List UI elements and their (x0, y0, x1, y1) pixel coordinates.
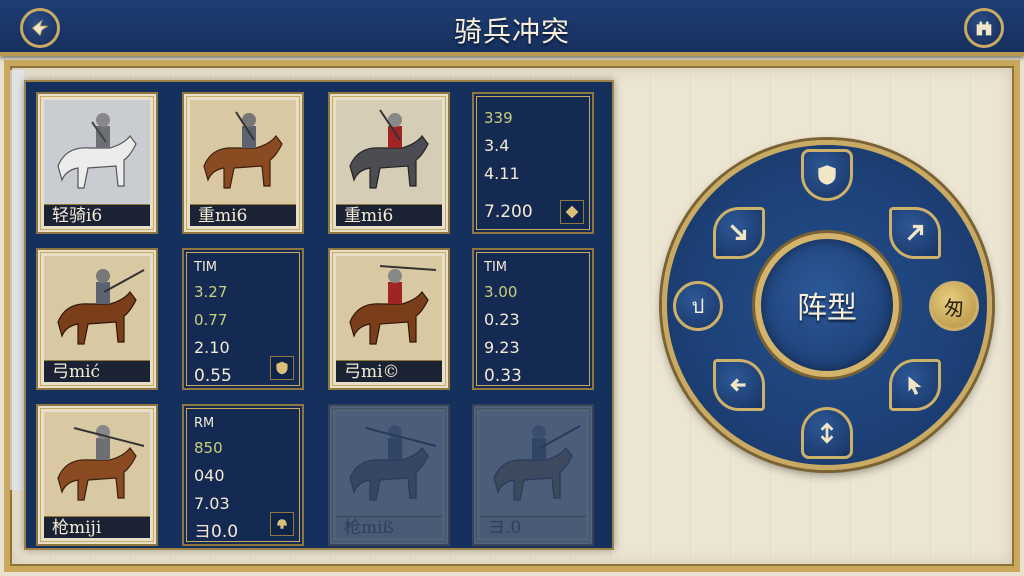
arrow-down-right-icon (730, 224, 747, 241)
heavy-cavalry-red-portrait-icon (336, 100, 442, 206)
map-edge-decoration (10, 70, 24, 490)
arrow-up-right-icon (907, 224, 924, 241)
formation-wheel: 阵型 ป 匆 (662, 140, 992, 470)
unit-grid-panel: 轻骑i6 重mi6 重mi6 339 3.4 4.11 7.200 弓mić T… (24, 80, 614, 550)
unit-name: ヨ.0 (480, 516, 586, 538)
light-horse-portrait-icon (44, 100, 150, 206)
wheel-bottom-button[interactable] (801, 407, 853, 459)
stat-value: 9.23 (484, 338, 520, 357)
stat-card-1: 339 3.4 4.11 7.200 (472, 92, 594, 234)
stat-value: 0.23 (484, 310, 520, 329)
stat-value: 0.33 (484, 366, 522, 386)
arrow-left-icon (730, 378, 746, 392)
stat-value: 3.00 (484, 283, 518, 301)
stat-value: 4.11 (484, 164, 520, 183)
horse-archer-portrait-icon (44, 256, 150, 362)
unit-card-locked[interactable]: ヨ.0 (472, 404, 594, 546)
stat-value: 339 (484, 109, 513, 127)
stat-value: 3.4 (484, 136, 510, 155)
unit-card-archer-b[interactable]: 弓mi© (328, 248, 450, 390)
formation-button[interactable]: 阵型 (755, 233, 899, 377)
unit-card-lancer[interactable]: 枪miji (36, 404, 158, 546)
unit-card-heavy-b[interactable]: 重mi6 (328, 92, 450, 234)
stat-value: 850 (194, 439, 223, 457)
wheel-bottom-right-button[interactable] (889, 359, 941, 411)
unit-name: 枪miji (44, 516, 150, 538)
horse-archer-red-portrait-icon (336, 256, 442, 362)
stat-label: RM (194, 416, 215, 431)
stat-value: 0.77 (194, 311, 228, 329)
diamond-icon[interactable] (560, 200, 584, 224)
unit-name: 重mi6 (336, 204, 442, 226)
unit-card-lancer-locked[interactable]: 枪miß (328, 404, 450, 546)
wheel-top-button[interactable] (801, 149, 853, 201)
stat-value: 3.27 (194, 283, 228, 301)
up-down-arrows-icon (820, 422, 834, 444)
unit-card-heavy-a[interactable]: 重mi6 (182, 92, 304, 234)
stat-card-3: TIM 3.00 0.23 9.23 0.33 (472, 248, 594, 390)
unit-name: 枪miß (336, 516, 442, 538)
helmet-icon[interactable] (270, 512, 294, 536)
wheel-top-left-button[interactable] (713, 207, 765, 259)
cavalry-locked-portrait-icon (480, 412, 586, 518)
wheel-left-glyph: ป (691, 294, 705, 318)
wheel-left-button[interactable]: ป (673, 281, 723, 331)
lancer-portrait-icon (44, 412, 150, 518)
stat-card-2: TIM 3.27 0.77 2.10 0.55 (182, 248, 304, 390)
cursor-arrow-icon (908, 376, 922, 395)
unit-name: 重mi6 (190, 204, 296, 226)
top-bar: 骑兵冲突 (0, 0, 1024, 56)
page-title: 骑兵冲突 (453, 15, 570, 48)
wheel-top-right-button[interactable] (889, 207, 941, 259)
stat-value: 040 (194, 466, 225, 485)
shield-icon[interactable] (270, 356, 294, 380)
unit-name: 弓mi© (336, 360, 442, 382)
heavy-cavalry-portrait-icon (190, 100, 296, 206)
lancer-locked-portrait-icon (336, 412, 442, 518)
shield-icon (818, 165, 836, 185)
wheel-right-glyph: 匆 (944, 295, 964, 320)
settings-button[interactable] (964, 8, 1004, 48)
unit-card-light-horse[interactable]: 轻骑i6 (36, 92, 158, 234)
stat-card-4: RM 850 040 7.03 ヨ0.0 (182, 404, 304, 546)
stat-label: TIM (484, 260, 507, 275)
unit-card-archer-a[interactable]: 弓mić (36, 248, 158, 390)
unit-name: 轻骑i6 (44, 204, 150, 226)
wheel-bottom-left-button[interactable] (713, 359, 765, 411)
unit-name: 弓mić (44, 360, 150, 382)
castle-gear-icon (976, 21, 992, 36)
stat-label: TIM (194, 260, 217, 275)
wheel-right-button[interactable]: 匆 (929, 281, 979, 331)
